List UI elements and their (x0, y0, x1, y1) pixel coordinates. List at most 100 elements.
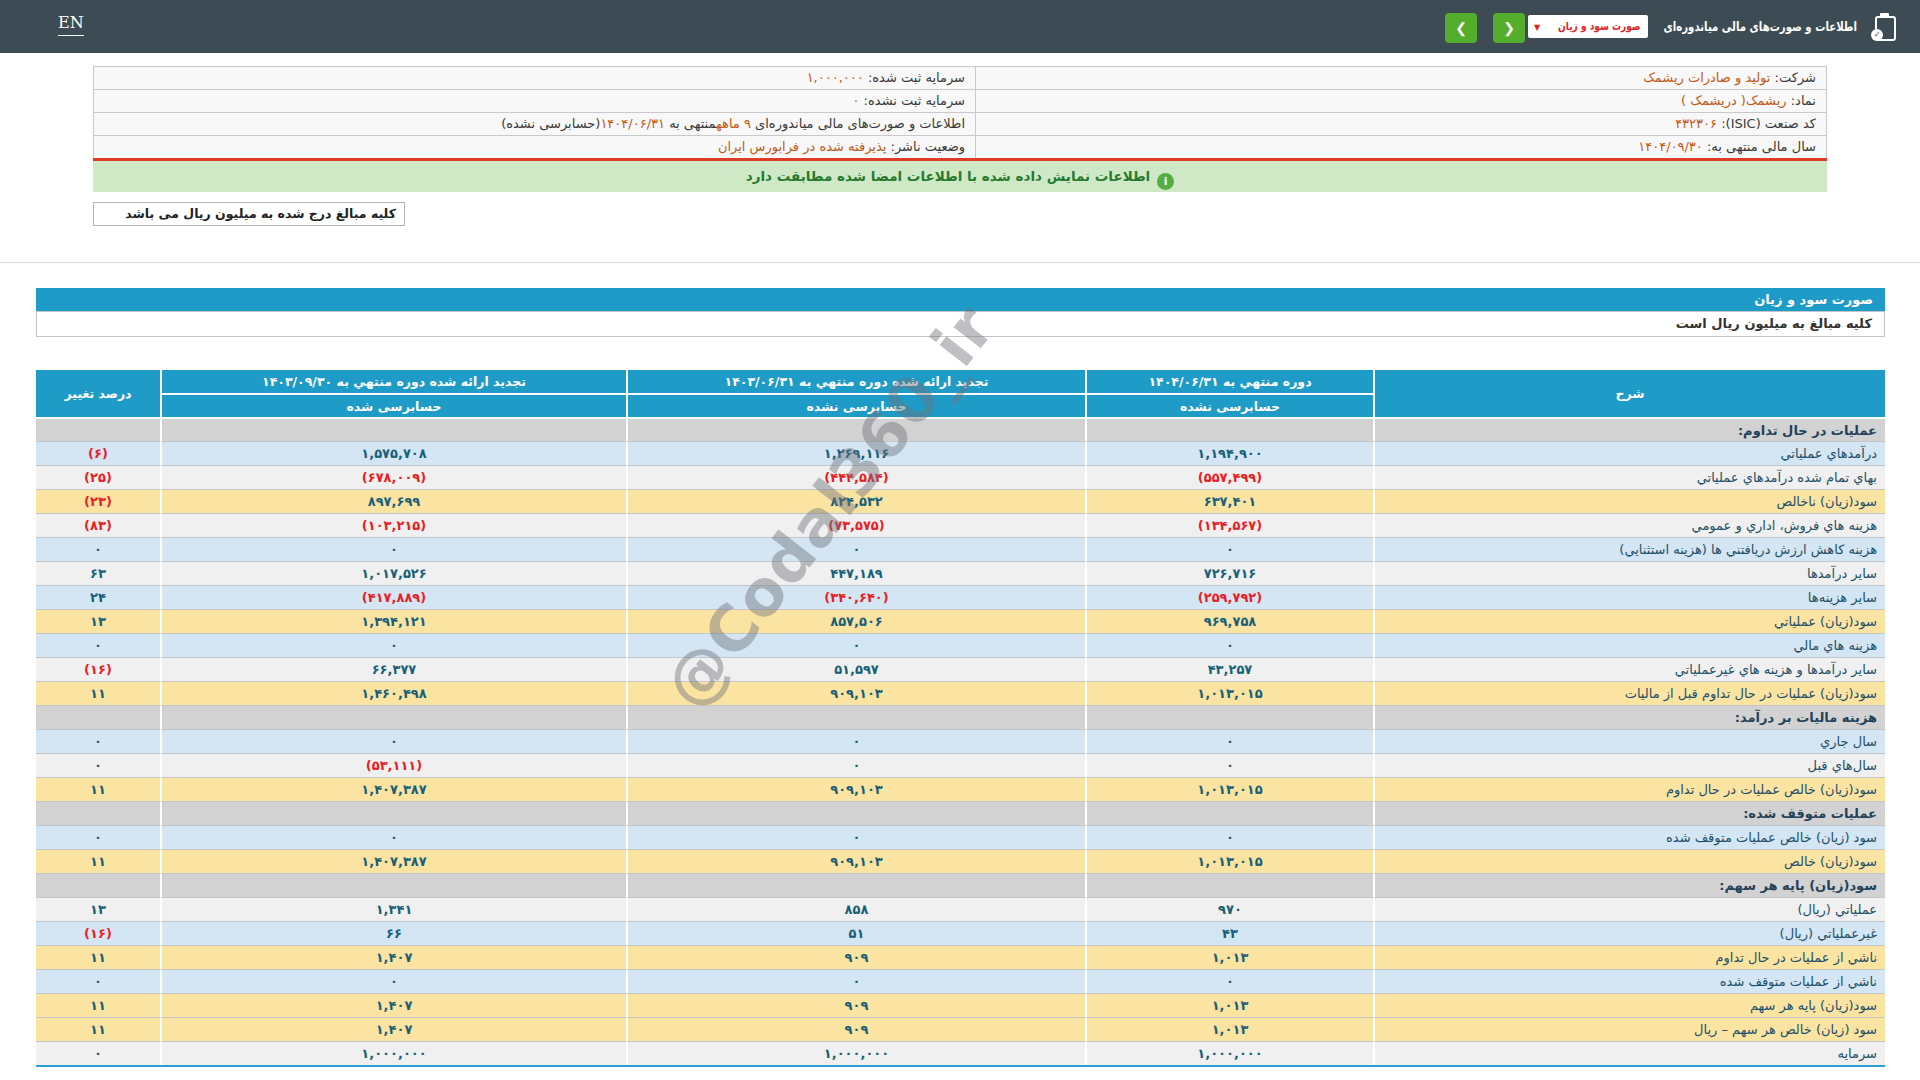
company-info-row: کد صنعت (ISIC): ۴۳۲۳۰۶اطلاعات و صورت‌های… (94, 113, 1826, 136)
row-label: عملیات متوقف شده: (1373, 801, 1885, 825)
top-header-bar: EN ❮ ❯ صورت سود و زیان ▼ اطلاعات و صورت‌… (0, 0, 1920, 53)
value-cell: ۱,۲۶۹,۱۱۶ (626, 441, 1085, 465)
clipboard-icon: ✓ (1872, 13, 1898, 43)
info-cell-right: کد صنعت (ISIC): ۴۳۲۳۰۶ (975, 113, 1826, 135)
value-cell: ۰ (1085, 753, 1373, 777)
row-label: سایر درآمدها (1373, 561, 1885, 585)
table-row: درآمدهاي عملياتي۱,۱۹۴,۹۰۰۱,۲۶۹,۱۱۶۱,۵۷۵,… (36, 441, 1885, 465)
value-cell: ۸۵۸ (626, 897, 1085, 921)
percent-change-cell: ۱۱ (36, 849, 160, 873)
value-cell: ۹۰۹ (626, 1017, 1085, 1041)
value-cell: ۰ (626, 537, 1085, 561)
percent-change-cell: (۲۵) (36, 465, 160, 489)
value-cell: ۱,۰۱۳ (1085, 993, 1373, 1017)
value-cell: ۰ (1085, 537, 1373, 561)
table-row: هزینه هاي مالي۰۰۰۰ (36, 633, 1885, 657)
value-cell: ۵۱,۵۹۷ (626, 657, 1085, 681)
row-label: سود (زیان) خالص عملیات متوقف شده (1373, 825, 1885, 849)
value-cell: ۵۱ (626, 921, 1085, 945)
signature-notice-bar: iاطلاعات نمایش داده شده با اطلاعات امضا … (93, 161, 1827, 192)
value-cell (626, 801, 1085, 825)
value-cell: ۰ (626, 825, 1085, 849)
value-cell: ۹۰۹ (626, 945, 1085, 969)
table-row: سود (زیان) خالص عملیات متوقف شده۰۰۰۰ (36, 825, 1885, 849)
value-cell: (۷۳,۵۷۵) (626, 513, 1085, 537)
table-row: سود(زیان) خالص۱,۰۱۳,۰۱۵۹۰۹,۱۰۳۱,۴۰۷,۳۸۷۱… (36, 849, 1885, 873)
table-row: سود(زیان) عملیاتي۹۶۹,۷۵۸۸۵۷,۵۰۶۱,۳۹۴,۱۲۱… (36, 609, 1885, 633)
table-row: بهاي تمام شده درآمدهاي عملياتي(۵۵۷,۴۹۹)(… (36, 465, 1885, 489)
value-cell: ۱,۰۱۷,۵۲۶ (160, 561, 626, 585)
value-cell (1085, 873, 1373, 897)
value-cell: ۱,۰۰۰,۰۰۰ (1085, 1041, 1373, 1065)
nav-forward-button[interactable]: ❯ (1493, 13, 1525, 43)
table-row: هزینه کاهش ارزش دریافتني ها (هزینه استثن… (36, 537, 1885, 561)
percent-change-cell: ۰ (36, 729, 160, 753)
row-label: درآمدهاي عملياتي (1373, 441, 1885, 465)
value-cell: ۰ (626, 729, 1085, 753)
row-label: غیرعملیاتي (ریال) (1373, 921, 1885, 945)
percent-change-cell: ۰ (36, 753, 160, 777)
row-label: ناشي از عملیات در حال تداوم (1373, 945, 1885, 969)
value-cell: ۱,۴۰۷,۳۸۷ (160, 777, 626, 801)
value-cell: ۰ (626, 969, 1085, 993)
table-row: سایر درآمدها و هزینه هاي غیرعملیاتي۴۳,۲۵… (36, 657, 1885, 681)
nav-back-button[interactable]: ❮ (1445, 13, 1477, 43)
chevron-left-icon: ❮ (1455, 20, 1467, 36)
chevron-right-icon: ❯ (1503, 20, 1515, 36)
value-cell: ۰ (1085, 729, 1373, 753)
table-row: سود(زیان) عملیات در حال تداوم قبل از مال… (36, 681, 1885, 705)
value-cell: ۰ (1085, 825, 1373, 849)
table-row: عملیات در حال تداوم: (36, 417, 1885, 441)
col-header-audit: حسابرسی نشده (626, 393, 1085, 417)
value-cell: ۱,۰۰۰,۰۰۰ (160, 1041, 626, 1065)
value-cell: ۱,۵۷۵,۷۰۸ (160, 441, 626, 465)
row-label: سود(زیان) ناخالص (1373, 489, 1885, 513)
value-cell: ۶۳۷,۴۰۱ (1085, 489, 1373, 513)
table-row: سال جاري۰۰۰۰ (36, 729, 1885, 753)
info-icon: i (1157, 173, 1174, 190)
value-cell (160, 873, 626, 897)
value-cell: ۱,۰۰۰,۰۰۰ (626, 1041, 1085, 1065)
value-cell: (۴۱۷,۸۸۹) (160, 585, 626, 609)
percent-change-cell: ۰ (36, 633, 160, 657)
value-cell: ۱,۳۹۴,۱۲۱ (160, 609, 626, 633)
row-label: سود(زیان) عملیاتي (1373, 609, 1885, 633)
page-title: اطلاعات و صورت‌های مالی میاندوره‌ای (1664, 0, 1857, 53)
col-header-audit: حسابرسی نشده (1085, 393, 1373, 417)
company-info-row: سال مالی منتهی به: ۱۴۰۴/۰۹/۳۰وضعیت ناشر:… (94, 136, 1826, 159)
percent-change-cell: ۲۴ (36, 585, 160, 609)
value-cell: ۱,۰۱۳ (1085, 945, 1373, 969)
col-header-audit: حسابرسی شده (160, 393, 626, 417)
percent-change-cell: ۰ (36, 825, 160, 849)
percent-change-cell: ۱۱ (36, 681, 160, 705)
table-row: هزینه هاي فروش، اداري و عمومي(۱۳۴,۵۶۷)(۷… (36, 513, 1885, 537)
table-row: هزینه مالیات بر درآمد: (36, 705, 1885, 729)
percent-change-cell: ۱۱ (36, 945, 160, 969)
row-label: سال جاري (1373, 729, 1885, 753)
info-cell-left: وضعیت ناشر: پذیرفته شده در فرابورس ایران (94, 136, 975, 158)
language-toggle-en[interactable]: EN (58, 13, 84, 36)
table-row: سود(زیان) خالص عملیات در حال تداوم۱,۰۱۳,… (36, 777, 1885, 801)
row-label: هزینه هاي فروش، اداري و عمومي (1373, 513, 1885, 537)
value-cell: ۰ (160, 633, 626, 657)
row-label: سایر درآمدها و هزینه هاي غیرعملیاتي (1373, 657, 1885, 681)
company-info-table: شرکت: تولید و صادرات ریشمکسرمایه ثبت شده… (93, 66, 1827, 159)
percent-change-cell: (۶) (36, 441, 160, 465)
value-cell: ۰ (1085, 633, 1373, 657)
row-label: ناشي از عملیات متوقف شده (1373, 969, 1885, 993)
value-cell (1085, 801, 1373, 825)
value-cell (160, 801, 626, 825)
value-cell: ۴۳ (1085, 921, 1373, 945)
report-type-dropdown[interactable]: صورت سود و زیان ▼ (1528, 15, 1648, 38)
section-divider (0, 262, 1920, 263)
value-cell: ۰ (160, 537, 626, 561)
col-header-period: تجدید ارائه شده دوره منتهي به ۱۴۰۳/۰۶/۳۱ (626, 370, 1085, 393)
table-row: سود (زیان) خالص هر سهم – ریال۱,۰۱۳۹۰۹۱,۴… (36, 1017, 1885, 1041)
value-cell (1085, 417, 1373, 441)
value-cell: (۲۵۹,۷۹۲) (1085, 585, 1373, 609)
value-cell: ۷۲۶,۷۱۶ (1085, 561, 1373, 585)
value-cell (626, 417, 1085, 441)
table-row: سایر درآمدها۷۲۶,۷۱۶۴۴۷,۱۸۹۱,۰۱۷,۵۲۶۶۳ (36, 561, 1885, 585)
income-statement-table: شرحدوره منتهي به ۱۴۰۴/۰۶/۳۱تجدید ارائه ش… (36, 370, 1885, 1067)
percent-change-cell: ۰ (36, 537, 160, 561)
